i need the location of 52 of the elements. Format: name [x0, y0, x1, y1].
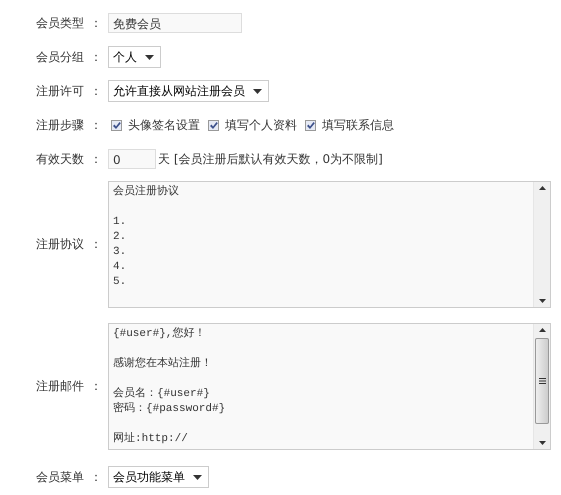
dropdown[interactable]: 会员功能菜单 — [108, 466, 209, 488]
scroll-up-icon — [538, 186, 546, 190]
text-line: 5. — [113, 275, 126, 290]
text-area[interactable]: 会员注册协议 1. 2. 3. 4. 5. — [108, 181, 551, 308]
text-line: 密码：{#password#} — [113, 402, 226, 417]
text-line: 会员注册协议 — [113, 185, 179, 200]
field-label: 会员菜单 — [36, 468, 85, 486]
number-field[interactable]: 0 — [108, 149, 156, 169]
grip-icon — [538, 378, 546, 384]
field-label: 会员分组 — [36, 48, 85, 66]
checkbox-option[interactable]: 填写个人资料 — [208, 116, 297, 134]
colon: ： — [90, 82, 102, 100]
text-line: 3. — [113, 245, 126, 260]
field-label: 注册步骤 — [36, 116, 85, 134]
scroll-down-icon — [538, 299, 546, 303]
checkmark-icon — [306, 120, 315, 130]
text-field[interactable]: 免费会员 — [108, 13, 242, 33]
scrollbar-thumb[interactable] — [535, 338, 549, 424]
field-label: 有效天数 — [36, 150, 85, 168]
dropdown[interactable]: 个人 — [108, 46, 161, 68]
colon: ： — [90, 468, 102, 486]
colon: ： — [90, 116, 102, 134]
text-line: 4. — [113, 260, 126, 275]
caret-icon — [193, 474, 202, 480]
field-label: 注册协议 — [36, 236, 85, 253]
scrollbar[interactable] — [533, 182, 550, 307]
scroll-down-icon — [538, 441, 546, 445]
scrollbar[interactable] — [533, 324, 550, 449]
field-label: 注册邮件 — [36, 378, 85, 395]
caret-icon — [253, 88, 262, 94]
text-line: 2. — [113, 230, 126, 245]
text-area[interactable]: {#user#},您好！ 感谢您在本站注册！ 会员名：{#user#} 密码：{#password#} 网址:http:// — [108, 323, 551, 450]
dropdown[interactable]: 允许直接从网站注册会员 — [108, 80, 269, 102]
field-label: 注册许可 — [36, 82, 85, 100]
colon: ： — [90, 236, 102, 253]
colon: ： — [90, 48, 102, 66]
scroll-up-icon — [538, 328, 546, 332]
checkmark-icon — [112, 120, 121, 130]
text-line: {#user#},您好！ — [113, 327, 206, 342]
colon: ： — [90, 150, 102, 168]
text-line: 会员名：{#user#} — [113, 387, 210, 402]
checkbox-option[interactable]: 头像签名设置 — [111, 116, 200, 134]
field-label: 会员类型 — [36, 14, 85, 32]
text-line: 感谢您在本站注册！ — [113, 357, 212, 372]
caret-icon — [145, 54, 154, 60]
checkbox-option[interactable]: 填写联系信息 — [305, 116, 394, 134]
text-line: 网址:http:// — [113, 432, 188, 447]
text-line: 1. — [113, 215, 126, 230]
hint-text: 天 [会员注册后默认有效天数，0为不限制] — [158, 150, 383, 168]
checkmark-icon — [209, 120, 218, 130]
colon: ： — [90, 378, 102, 395]
colon: ： — [90, 14, 102, 32]
